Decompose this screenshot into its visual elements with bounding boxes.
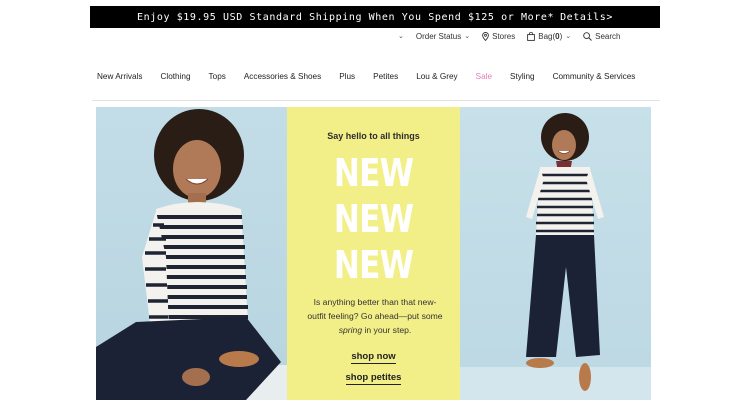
shop-petites-label[interactable]: shop petites (345, 372, 402, 385)
order-status-label: Order Status (415, 31, 462, 41)
nav-item-styling[interactable]: Styling (510, 72, 535, 81)
search-link[interactable]: Search (583, 31, 621, 41)
hero-copy-part-2: in your step. (362, 325, 412, 335)
hero-headline-line-2: NEW (333, 197, 414, 241)
promo-banner[interactable]: Enjoy $19.95 USD Standard Shipping When … (90, 6, 660, 28)
chevron-down-icon: ⌄ (565, 33, 572, 40)
utility-bar: ⌄ Order Status ⌄ Stores Bag ( 0 ) ⌄ Sear… (395, 29, 633, 43)
hero-banner[interactable]: Say hello to all things NEW NEW NEW Is a… (96, 107, 651, 400)
shop-now-label[interactable]: shop now (351, 351, 396, 364)
hero-headline-line-1: NEW (333, 151, 414, 195)
bag-link[interactable]: Bag ( 0 ) ⌄ (527, 32, 571, 41)
model-standing-illustration (460, 113, 651, 400)
order-status-link[interactable]: Order Status ⌄ (416, 32, 470, 41)
nav-item-tops[interactable]: Tops (209, 72, 226, 81)
hero-text-panel: Say hello to all things NEW NEW NEW Is a… (287, 107, 460, 400)
search-label: Search (595, 31, 621, 41)
account-dropdown[interactable]: ⌄ (395, 32, 404, 40)
nav-item-lou-grey[interactable]: Lou & Grey (416, 72, 457, 81)
hero-copy-part-1: Is anything better than that new-outfit … (307, 297, 443, 321)
shop-now-link[interactable]: shop now (287, 351, 460, 364)
hero-photo-right[interactable] (460, 107, 651, 400)
shop-petites-link[interactable]: shop petites (287, 372, 460, 385)
main-nav: New Arrivals Clothing Tops Accessories &… (90, 68, 660, 84)
header-divider (92, 100, 660, 101)
model-seated-illustration (96, 109, 287, 400)
bag-label: Bag (538, 31, 553, 41)
nav-item-sale[interactable]: Sale (476, 72, 492, 81)
chevron-down-icon: ⌄ (398, 33, 404, 40)
nav-item-clothing[interactable]: Clothing (161, 72, 191, 81)
search-icon (583, 31, 592, 41)
promo-text: Enjoy $19.95 USD Standard Shipping When … (136, 11, 555, 23)
nav-item-community-services[interactable]: Community & Services (553, 72, 636, 81)
nav-item-new-arrivals[interactable]: New Arrivals (97, 72, 143, 81)
nav-item-plus[interactable]: Plus (339, 72, 355, 81)
hero-photo-left[interactable] (96, 107, 287, 400)
stores-link[interactable]: Stores (482, 32, 515, 41)
promo-details-link[interactable]: Details> (560, 12, 613, 23)
nav-item-petites[interactable]: Petites (373, 72, 398, 81)
chevron-down-icon: ⌄ (464, 33, 471, 40)
hero-headline-line-3: NEW (333, 243, 414, 287)
hero-body-copy: Is anything better than that new-outfit … (305, 295, 445, 337)
bag-icon (527, 31, 536, 41)
bag-close-paren: ) (559, 31, 563, 41)
nav-item-accessories-shoes[interactable]: Accessories & Shoes (244, 72, 321, 81)
location-pin-icon (482, 31, 489, 41)
hero-copy-emphasis: spring (338, 325, 363, 335)
stores-label: Stores (492, 31, 516, 41)
hero-kicker: Say hello to all things (327, 131, 420, 141)
